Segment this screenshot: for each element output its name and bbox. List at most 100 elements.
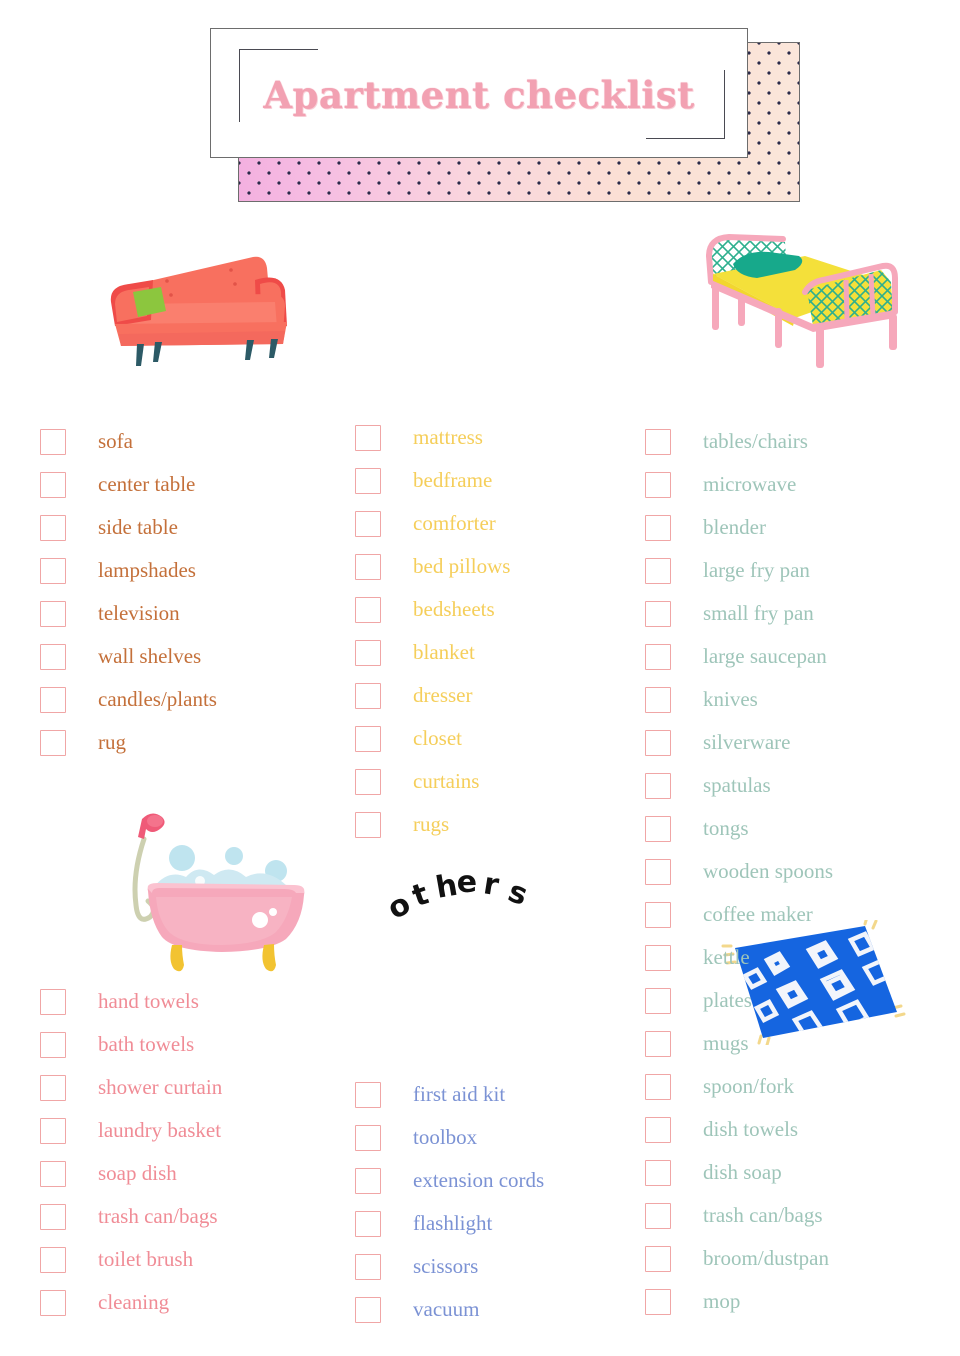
list-item[interactable]: shower curtain: [40, 1066, 340, 1109]
list-item[interactable]: trash can/bags: [40, 1195, 340, 1238]
kitchen-checkbox[interactable]: [645, 1288, 671, 1315]
bathroom-checkbox[interactable]: [40, 988, 66, 1015]
others-checkbox[interactable]: [355, 1296, 381, 1323]
list-item[interactable]: bedframe: [355, 459, 655, 502]
list-item[interactable]: bath towels: [40, 1023, 340, 1066]
list-item[interactable]: lampshades: [40, 549, 340, 592]
list-item[interactable]: rug: [40, 721, 340, 764]
living-room-checkbox[interactable]: [40, 729, 66, 756]
kitchen-checkbox[interactable]: [645, 686, 671, 713]
list-item[interactable]: dish soap: [645, 1151, 955, 1194]
kitchen-checkbox[interactable]: [645, 1159, 671, 1186]
list-item[interactable]: dresser: [355, 674, 655, 717]
kitchen-checkbox[interactable]: [645, 901, 671, 928]
list-item[interactable]: comforter: [355, 502, 655, 545]
bedroom-checkbox[interactable]: [355, 467, 381, 494]
list-item[interactable]: wall shelves: [40, 635, 340, 678]
kitchen-checkbox[interactable]: [645, 729, 671, 756]
list-item[interactable]: dish towels: [645, 1108, 955, 1151]
kitchen-checkbox[interactable]: [645, 1116, 671, 1143]
list-item[interactable]: small fry pan: [645, 592, 955, 635]
list-item[interactable]: large fry pan: [645, 549, 955, 592]
list-item[interactable]: toilet brush: [40, 1238, 340, 1281]
list-item[interactable]: bedsheets: [355, 588, 655, 631]
list-item[interactable]: curtains: [355, 760, 655, 803]
list-item[interactable]: silverware: [645, 721, 955, 764]
list-item[interactable]: knives: [645, 678, 955, 721]
list-item[interactable]: scissors: [355, 1245, 655, 1288]
kitchen-checkbox[interactable]: [645, 1073, 671, 1100]
living-room-checkbox[interactable]: [40, 514, 66, 541]
list-item[interactable]: cleaning: [40, 1281, 340, 1324]
bathroom-checkbox[interactable]: [40, 1246, 66, 1273]
list-item[interactable]: coffee maker: [645, 893, 955, 936]
list-item[interactable]: wooden spoons: [645, 850, 955, 893]
list-item[interactable]: toolbox: [355, 1116, 655, 1159]
kitchen-checkbox[interactable]: [645, 987, 671, 1014]
others-checkbox[interactable]: [355, 1253, 381, 1280]
list-item[interactable]: vacuum: [355, 1288, 655, 1331]
living-room-checkbox[interactable]: [40, 686, 66, 713]
kitchen-checkbox[interactable]: [645, 1030, 671, 1057]
kitchen-checkbox[interactable]: [645, 944, 671, 971]
bathroom-checkbox[interactable]: [40, 1074, 66, 1101]
bedroom-checkbox[interactable]: [355, 639, 381, 666]
bedroom-checkbox[interactable]: [355, 725, 381, 752]
list-item[interactable]: extension cords: [355, 1159, 655, 1202]
others-checkbox[interactable]: [355, 1167, 381, 1194]
kitchen-checkbox[interactable]: [645, 600, 671, 627]
list-item[interactable]: mugs: [645, 1022, 955, 1065]
living-room-checkbox[interactable]: [40, 643, 66, 670]
kitchen-checkbox[interactable]: [645, 1245, 671, 1272]
list-item[interactable]: side table: [40, 506, 340, 549]
bathroom-checkbox[interactable]: [40, 1031, 66, 1058]
living-room-checkbox[interactable]: [40, 471, 66, 498]
list-item[interactable]: blender: [645, 506, 955, 549]
kitchen-checkbox[interactable]: [645, 772, 671, 799]
others-checkbox[interactable]: [355, 1124, 381, 1151]
list-item[interactable]: plates: [645, 979, 955, 1022]
kitchen-checkbox[interactable]: [645, 643, 671, 670]
list-item[interactable]: mop: [645, 1280, 955, 1323]
list-item[interactable]: spatulas: [645, 764, 955, 807]
list-item[interactable]: soap dish: [40, 1152, 340, 1195]
bathroom-checkbox[interactable]: [40, 1117, 66, 1144]
list-item[interactable]: hand towels: [40, 980, 340, 1023]
list-item[interactable]: rugs: [355, 803, 655, 846]
bathroom-checkbox[interactable]: [40, 1160, 66, 1187]
list-item[interactable]: tables/chairs: [645, 420, 955, 463]
list-item[interactable]: spoon/fork: [645, 1065, 955, 1108]
list-item[interactable]: blanket: [355, 631, 655, 674]
list-item[interactable]: broom/dustpan: [645, 1237, 955, 1280]
others-checkbox[interactable]: [355, 1210, 381, 1237]
living-room-checkbox[interactable]: [40, 557, 66, 584]
list-item[interactable]: candles/plants: [40, 678, 340, 721]
list-item[interactable]: tongs: [645, 807, 955, 850]
kitchen-checkbox[interactable]: [645, 1202, 671, 1229]
list-item[interactable]: mattress: [355, 416, 655, 459]
list-item[interactable]: sofa: [40, 420, 340, 463]
bedroom-checkbox[interactable]: [355, 811, 381, 838]
list-item[interactable]: kettle: [645, 936, 955, 979]
list-item[interactable]: microwave: [645, 463, 955, 506]
bathroom-checkbox[interactable]: [40, 1289, 66, 1316]
list-item[interactable]: bed pillows: [355, 545, 655, 588]
bedroom-checkbox[interactable]: [355, 596, 381, 623]
list-item[interactable]: television: [40, 592, 340, 635]
list-item[interactable]: trash can/bags: [645, 1194, 955, 1237]
kitchen-checkbox[interactable]: [645, 858, 671, 885]
kitchen-checkbox[interactable]: [645, 815, 671, 842]
kitchen-checkbox[interactable]: [645, 428, 671, 455]
list-item[interactable]: first aid kit: [355, 1073, 655, 1116]
kitchen-checkbox[interactable]: [645, 514, 671, 541]
bedroom-checkbox[interactable]: [355, 553, 381, 580]
kitchen-checkbox[interactable]: [645, 557, 671, 584]
list-item[interactable]: closet: [355, 717, 655, 760]
others-checkbox[interactable]: [355, 1081, 381, 1108]
living-room-checkbox[interactable]: [40, 600, 66, 627]
bedroom-checkbox[interactable]: [355, 510, 381, 537]
list-item[interactable]: center table: [40, 463, 340, 506]
list-item[interactable]: laundry basket: [40, 1109, 340, 1152]
list-item[interactable]: large saucepan: [645, 635, 955, 678]
kitchen-checkbox[interactable]: [645, 471, 671, 498]
